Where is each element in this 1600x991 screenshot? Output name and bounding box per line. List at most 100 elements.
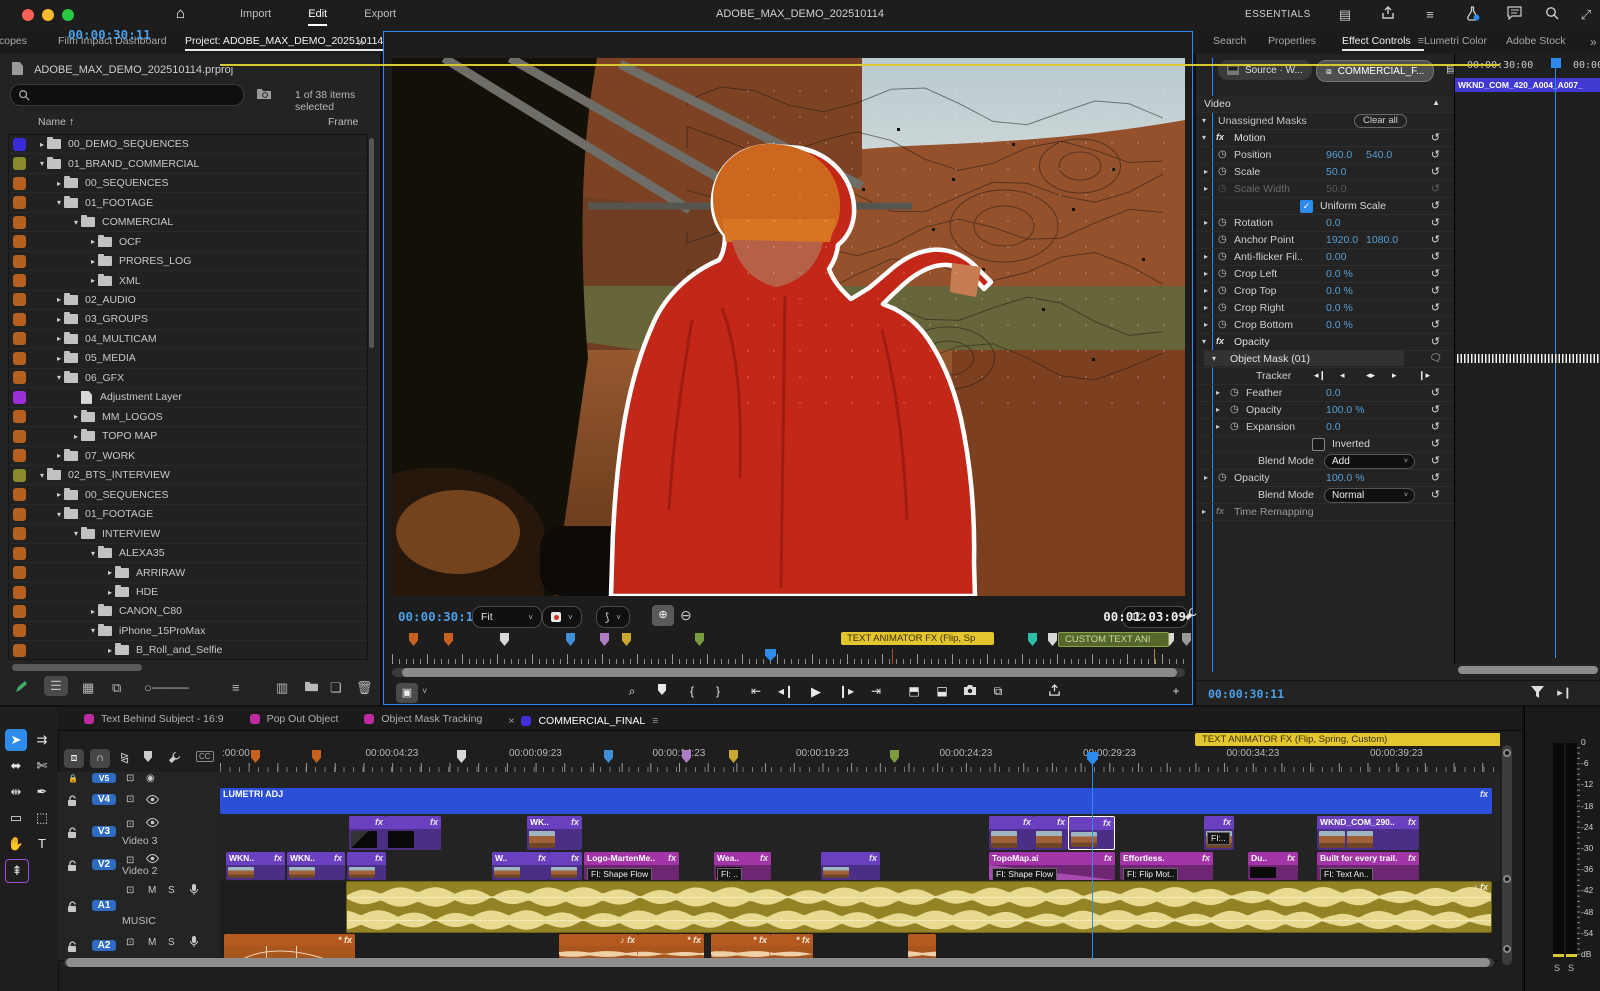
effect-row-feather[interactable]: ▸ ◷ Feather 0.0 ↺ bbox=[1196, 385, 1454, 402]
bin-row[interactable]: ▸ TOPO MAP bbox=[9, 427, 367, 447]
solo-right[interactable]: S bbox=[1568, 963, 1574, 973]
chevron-right-icon[interactable]: ▸ bbox=[54, 490, 64, 499]
reset-parameter-icon[interactable]: ↺ bbox=[1431, 488, 1440, 501]
lock-icon[interactable] bbox=[68, 827, 77, 841]
chevron-right-icon[interactable]: ▸ bbox=[88, 607, 98, 616]
ripple-edit-tool[interactable]: ⬌ bbox=[5, 755, 27, 777]
source-target-icon[interactable]: ⊡ bbox=[126, 773, 134, 784]
sort-icon[interactable]: ≡ bbox=[232, 680, 240, 695]
chevron-icon[interactable]: ▸ bbox=[1202, 507, 1206, 516]
chevron-right-icon[interactable]: ▸ bbox=[37, 140, 47, 149]
tab-lumetri-color[interactable]: Lumetri Color bbox=[1424, 35, 1487, 47]
clip[interactable]: fx bbox=[989, 816, 1034, 850]
lock-icon[interactable] bbox=[68, 901, 77, 915]
reset-parameter-icon[interactable]: ↺ bbox=[1431, 131, 1440, 144]
panel-layout-icon[interactable]: ▤ bbox=[1335, 6, 1355, 24]
lock-icon[interactable] bbox=[68, 795, 77, 809]
chevron-down-icon[interactable]: ▾ bbox=[37, 471, 47, 480]
track-header-a1[interactable]: A1 ⊡ M S MUSIC bbox=[58, 881, 221, 933]
clip[interactable]: fx bbox=[386, 816, 441, 850]
stopwatch-icon[interactable]: ◷ bbox=[1218, 217, 1227, 228]
parameter-value[interactable]: 0.0 % bbox=[1326, 319, 1353, 331]
track-header-a2[interactable]: A2 ⊡ M S bbox=[58, 933, 221, 960]
label-color-chip[interactable] bbox=[13, 390, 26, 404]
lock-icon[interactable]: 🔒 bbox=[68, 774, 78, 783]
track-select-tool[interactable]: ⇉ bbox=[31, 729, 53, 751]
monitor-mini-ruler[interactable] bbox=[392, 649, 1185, 664]
solo-left[interactable]: S bbox=[1554, 963, 1560, 973]
effect-row-anchor-point[interactable]: ◷ Anchor Point 1920.0 1080.0 ↺ bbox=[1196, 232, 1454, 249]
delete-icon[interactable]: 🗑 bbox=[356, 680, 373, 696]
label-color-chip[interactable] bbox=[13, 507, 26, 521]
reset-parameter-icon[interactable]: ↺ bbox=[1431, 233, 1440, 246]
workspace-label[interactable]: ESSENTIALS bbox=[1245, 9, 1311, 20]
hand-tool[interactable]: ✋ bbox=[5, 833, 27, 855]
effect-row-unassigned-masks[interactable]: ▾ Unassigned Masks Clear all bbox=[1196, 113, 1454, 130]
chevron-icon[interactable]: ▸ bbox=[1204, 252, 1208, 261]
monitor-marker-icon[interactable] bbox=[566, 633, 575, 646]
effect-row-opacity[interactable]: ▸ ◷ Opacity 100.0 % ↺ bbox=[1196, 470, 1454, 487]
clip-du-[interactable]: Du.. fx bbox=[1248, 852, 1298, 880]
chevron-down-icon[interactable]: ▾ bbox=[71, 529, 81, 538]
reset-parameter-icon[interactable]: ↺ bbox=[1431, 437, 1440, 450]
label-color-chip[interactable] bbox=[13, 643, 26, 657]
effect-row-crop-top[interactable]: ▸ ◷ Crop Top 0.0 % ↺ bbox=[1196, 283, 1454, 300]
label-color-chip[interactable] bbox=[13, 527, 26, 541]
mute-button[interactable]: M bbox=[148, 885, 156, 896]
effect-row-scale-width[interactable]: ▸ ◷ Scale Width 50.0 ↺ bbox=[1196, 181, 1454, 198]
zoom-slider[interactable]: ○──── bbox=[144, 680, 189, 695]
stopwatch-icon[interactable]: ◷ bbox=[1218, 472, 1227, 483]
chevron-icon[interactable]: ▸ bbox=[1204, 286, 1208, 295]
tab-effect-controls[interactable]: Effect Controls ≡ bbox=[1342, 35, 1425, 51]
step-back-icon[interactable]: ◂❙ bbox=[776, 684, 796, 698]
effect-row-motion[interactable]: ▾ fx Motion ↺ bbox=[1196, 130, 1454, 147]
edit-pencil-icon[interactable] bbox=[14, 680, 28, 697]
stopwatch-icon[interactable]: ◷ bbox=[1218, 183, 1227, 194]
ec-clip-bar[interactable]: WKND_COM_420_A004_A007_ bbox=[1455, 78, 1600, 92]
project-hscrollbar[interactable] bbox=[12, 664, 142, 671]
chevron-icon[interactable]: ▸ bbox=[1216, 388, 1220, 397]
tab-adobe-stock[interactable]: Adobe Stock bbox=[1506, 35, 1566, 47]
bin-row[interactable]: ▸ 05_MEDIA bbox=[9, 349, 367, 369]
clip-wknd-com-290-[interactable]: WKND_COM_290.. fx bbox=[1317, 816, 1419, 850]
label-color-chip[interactable] bbox=[13, 254, 26, 268]
track-content-v4[interactable]: LUMETRI ADJ fx bbox=[220, 787, 1500, 815]
timeline-settings-wrench-icon[interactable] bbox=[168, 751, 181, 767]
clip-wea-[interactable]: Wea.. fx FI: .. bbox=[714, 852, 771, 880]
clip[interactable]: * fx bbox=[770, 934, 813, 959]
reset-parameter-icon[interactable]: ↺ bbox=[1431, 148, 1440, 161]
bin-row[interactable]: ▾ iPhone_15ProMax bbox=[9, 622, 367, 642]
reset-parameter-icon[interactable]: ↺ bbox=[1431, 403, 1440, 416]
parameter-value[interactable]: 0.0 % bbox=[1326, 302, 1353, 314]
reset-parameter-icon[interactable]: ↺ bbox=[1431, 335, 1440, 348]
monitor-marker-strip[interactable]: TEXT ANIMATOR FX (Flip, Sp CUSTOM TEXT AN… bbox=[392, 632, 1191, 648]
parameter-value[interactable]: 0.0 bbox=[1326, 421, 1341, 433]
sequence-tab-text-behind-subject-16-9[interactable]: Text Behind Subject - 16:9 bbox=[84, 707, 224, 730]
effect-row-inverted[interactable]: Inverted ↺ bbox=[1196, 436, 1454, 453]
search-icon[interactable] bbox=[1542, 6, 1562, 24]
chevron-right-icon[interactable]: ▸ bbox=[88, 257, 98, 266]
effect-row-crop-bottom[interactable]: ▸ ◷ Crop Bottom 0.0 % ↺ bbox=[1196, 317, 1454, 334]
bin-row[interactable]: ▾ COMMERCIAL bbox=[9, 213, 367, 233]
monitor-marker-icon[interactable] bbox=[1048, 633, 1057, 646]
ec-bottom-timecode[interactable]: 00:00:30:11 bbox=[1208, 687, 1284, 701]
chevron-down-icon[interactable]: ▾ bbox=[54, 373, 64, 382]
chevron-icon[interactable]: ▸ bbox=[1204, 320, 1208, 329]
close-tab-icon[interactable]: × bbox=[508, 715, 514, 727]
label-color-chip[interactable] bbox=[13, 235, 26, 249]
sequence-tab-commercial-final[interactable]: × COMMERCIAL_FINAL ≡ bbox=[508, 709, 658, 730]
track-badge[interactable]: V3 bbox=[92, 826, 116, 837]
fullscreen-icon[interactable]: ⤢ bbox=[1576, 6, 1596, 24]
chevron-down-icon[interactable]: ▾ bbox=[37, 159, 47, 168]
monitor-marker-icon[interactable] bbox=[500, 633, 509, 646]
parameter-value[interactable]: 50.0 bbox=[1326, 166, 1346, 178]
label-color-chip[interactable] bbox=[13, 566, 26, 580]
selection-tool[interactable]: ➤ bbox=[5, 729, 27, 751]
monitor-marker-icon[interactable] bbox=[622, 633, 631, 646]
playback-settings-chevron[interactable]: ˅ bbox=[422, 686, 427, 696]
toggle-visibility-icon[interactable]: ◉ bbox=[146, 773, 155, 784]
comments-icon[interactable] bbox=[1504, 6, 1524, 24]
label-color-chip[interactable] bbox=[13, 624, 26, 638]
parameter-value[interactable]: 0.0 % bbox=[1326, 268, 1353, 280]
extract-icon[interactable]: ⬓ bbox=[932, 684, 952, 698]
